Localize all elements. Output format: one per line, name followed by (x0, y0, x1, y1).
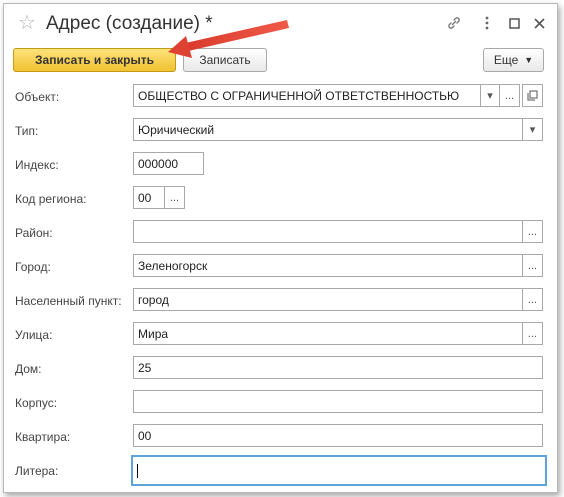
annotation-arrow-icon (168, 20, 289, 58)
